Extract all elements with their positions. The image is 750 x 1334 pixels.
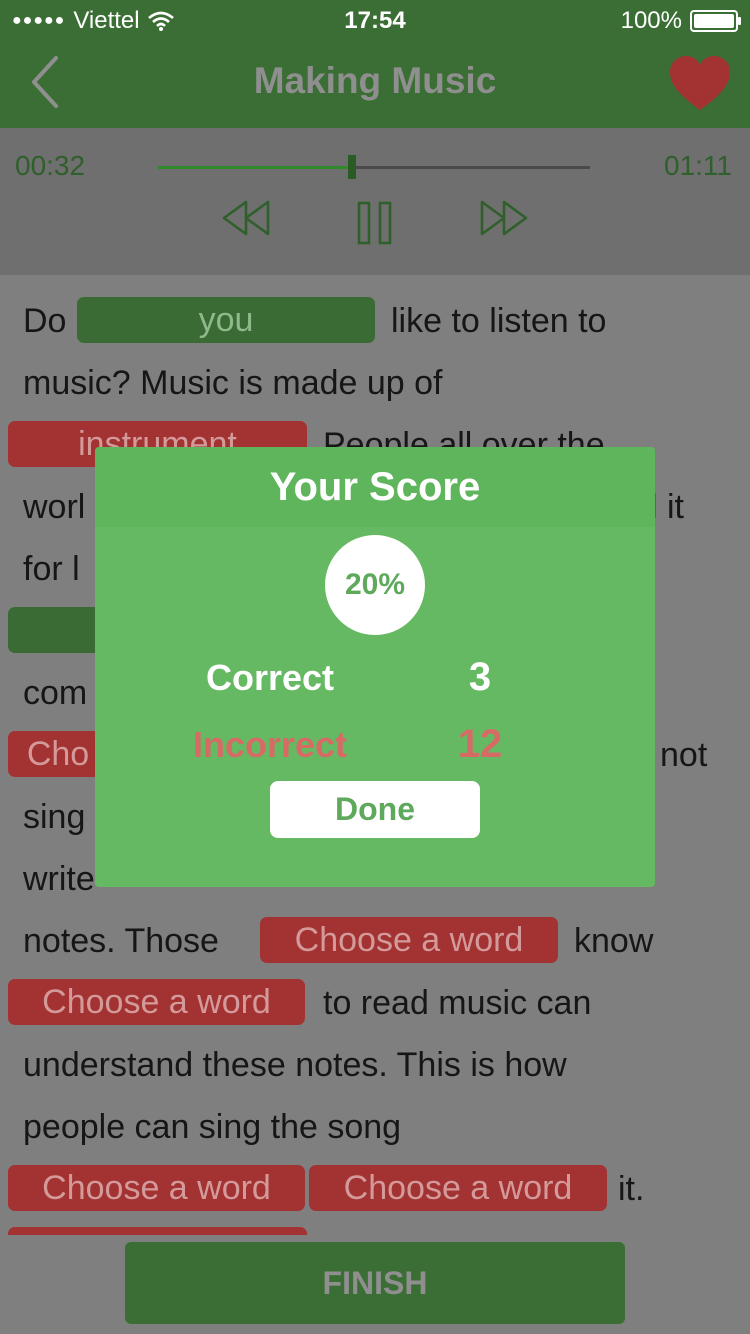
passage-text: people can sing the song [23, 1108, 402, 1146]
progress-knob[interactable] [348, 155, 357, 179]
passage-text: l it [650, 488, 684, 526]
score-percent-badge: 20% [325, 535, 425, 635]
fast-forward-icon[interactable] [478, 198, 530, 238]
word-blank[interactable]: Choose a word [260, 917, 558, 963]
done-button[interactable]: Done [270, 781, 480, 838]
battery-percent: 100% [620, 7, 682, 34]
word-blank[interactable]: Choose a word [8, 979, 305, 1025]
passage-text: it. [618, 1170, 645, 1208]
audio-player: 00:32 01:11 [0, 128, 750, 275]
passage-text: sing [23, 798, 86, 836]
current-time: 00:32 [15, 150, 86, 181]
passage-text: like to listen to [391, 302, 607, 340]
passage-text: for l [23, 550, 80, 588]
score-title: Your Score [269, 465, 481, 509]
word-blank[interactable] [8, 1227, 307, 1235]
word-blank[interactable]: Choose a word [309, 1165, 607, 1211]
pause-icon[interactable] [356, 200, 394, 246]
passage-text: write [23, 860, 95, 898]
word-blank[interactable]: you [77, 297, 375, 343]
passage-text: know [574, 922, 654, 960]
passage-text: not [660, 736, 708, 774]
passage-text: to read music can [323, 984, 592, 1022]
score-dialog: Your Score 20% Correct 3 Incorrect 12 Do… [95, 447, 655, 887]
passage-text: music? Music is made up of [23, 364, 443, 402]
passage-text: com [23, 674, 88, 712]
correct-count: 3 [468, 655, 492, 699]
heart-icon[interactable] [668, 54, 732, 114]
word-blank[interactable] [8, 607, 108, 653]
progress-fill [158, 166, 353, 169]
page-title: Making Music [253, 60, 497, 101]
passage-text: understand these notes. This is how [23, 1046, 567, 1084]
correct-label: Correct [205, 657, 335, 698]
passage-text: notes. Those [23, 922, 219, 960]
rewind-icon[interactable] [220, 198, 272, 238]
passage-text: worl [23, 488, 86, 526]
word-blank[interactable]: Cho [8, 731, 108, 777]
status-bar: ●●●●● Viettel 17:54 100% [0, 0, 750, 40]
word-blank[interactable]: Choose a word [8, 1165, 305, 1211]
nav-bar: Making Music [0, 40, 750, 128]
battery-icon [690, 10, 741, 32]
finish-button[interactable]: FINISH [125, 1242, 625, 1324]
passage-text: Do [23, 302, 67, 340]
total-time: 01:11 [664, 150, 732, 181]
progress-slider[interactable] [158, 155, 590, 179]
incorrect-label: Incorrect [192, 724, 348, 765]
incorrect-count: 12 [457, 722, 503, 766]
